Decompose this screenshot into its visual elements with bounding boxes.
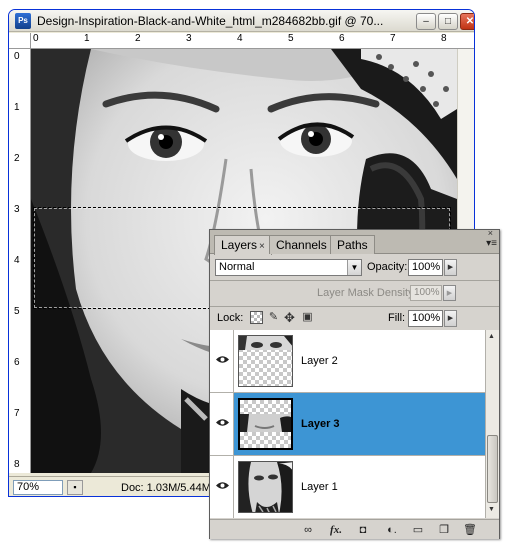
document-title: Design-Inspiration-Black-and-White_html_…: [37, 14, 384, 28]
layer-2-thumbnail-image: [239, 336, 292, 350]
document-size-info[interactable]: Doc: 1.03M/5.44M: [121, 482, 211, 494]
layer-row-layer-1[interactable]: Layer 1: [210, 456, 485, 518]
zoom-level-field[interactable]: 70%: [13, 480, 63, 495]
layer-list: Layer 2 Layer 3 Layer 1: [210, 330, 485, 518]
photoshop-app-icon[interactable]: Ps: [15, 13, 31, 29]
vertical-ruler[interactable]: 0 1 2 3 4 5 6 7 8: [9, 49, 31, 473]
ruler-label: 8: [441, 33, 447, 44]
tab-layers[interactable]: Layers ×: [214, 235, 272, 255]
trash-icon[interactable]: 🗑: [462, 523, 478, 537]
ruler-label: 5: [14, 306, 20, 317]
maximize-button[interactable]: □: [438, 13, 458, 30]
new-layer-icon[interactable]: ❐: [436, 523, 452, 537]
eye-icon: [216, 482, 229, 489]
ruler-label: 8: [14, 459, 20, 470]
panel-menu-icon[interactable]: ▾≡: [486, 238, 497, 249]
panel-tab-bar: Layers × Channels Paths × ▾≡: [210, 228, 499, 255]
layer-row-layer-2[interactable]: Layer 2: [210, 330, 485, 393]
mask-density-input: 100%: [410, 285, 442, 301]
lock-position-icon[interactable]: ✥: [283, 311, 296, 324]
panel-close-icon[interactable]: ×: [488, 228, 493, 238]
mask-density-label: Layer Mask Density: [317, 287, 414, 299]
fill-slider-arrow-icon[interactable]: ▶: [444, 310, 457, 327]
link-icon[interactable]: ∞: [298, 523, 318, 537]
ruler-label: 0: [14, 51, 20, 62]
lock-label: Lock:: [217, 312, 244, 324]
eye-icon: [216, 419, 229, 426]
ruler-label: 1: [14, 102, 20, 113]
tab-layers-label: Layers: [221, 238, 258, 252]
opacity-slider-arrow-icon[interactable]: ▶: [444, 259, 457, 276]
divider: [210, 280, 499, 281]
ruler-label: 1: [84, 33, 90, 44]
lock-image-pixels-icon[interactable]: ✎: [267, 311, 280, 324]
ruler-label: 2: [14, 153, 20, 164]
group-folder-icon[interactable]: ▭: [410, 523, 426, 537]
minimize-button[interactable]: –: [416, 13, 436, 30]
ruler-label: 3: [186, 33, 192, 44]
tab-paths[interactable]: Paths: [330, 235, 375, 254]
layers-scrollbar[interactable]: ▲ ▼: [485, 330, 499, 518]
ruler-label: 4: [237, 33, 243, 44]
tab-paths-label: Paths: [337, 238, 368, 252]
visibility-toggle[interactable]: [210, 330, 234, 392]
ruler-label: 2: [135, 33, 141, 44]
layer-1-thumbnail-image: [239, 462, 292, 512]
visibility-toggle[interactable]: [210, 456, 234, 518]
ruler-label: 4: [14, 255, 20, 266]
fill-label: Fill:: [388, 312, 406, 324]
scroll-up-icon[interactable]: ▲: [488, 333, 495, 340]
eye-icon: [216, 356, 229, 363]
tab-close-icon[interactable]: ×: [259, 241, 265, 252]
ruler-label: 6: [14, 357, 20, 368]
close-button[interactable]: ✕: [460, 13, 474, 30]
lock-transparent-pixels-icon[interactable]: [250, 311, 263, 324]
scrollbar-thumb[interactable]: [487, 435, 498, 503]
layer-mask-icon[interactable]: ◘: [355, 523, 371, 537]
title-bar[interactable]: Ps Design-Inspiration-Black-and-White_ht…: [9, 10, 474, 32]
mask-density-arrow-icon: ▶: [443, 285, 456, 301]
visibility-toggle[interactable]: [210, 393, 234, 455]
status-menu-icon[interactable]: ▪: [67, 480, 83, 495]
layers-panel: Layers × Channels Paths × ▾≡ Normal ▼ Opa…: [209, 228, 500, 539]
ruler-label: 3: [14, 204, 20, 215]
layer-thumbnail[interactable]: [238, 461, 293, 513]
layer-thumbnail[interactable]: [238, 398, 293, 450]
layer-3-thumbnail-image: [240, 414, 291, 432]
ruler-label: 0: [33, 33, 39, 44]
divider: [210, 306, 499, 307]
chevron-down-icon[interactable]: ▼: [347, 260, 361, 275]
ruler-label: 5: [288, 33, 294, 44]
tab-channels[interactable]: Channels: [269, 235, 334, 254]
ruler-origin-corner[interactable]: [9, 33, 31, 49]
ruler-label: 7: [390, 33, 396, 44]
tab-channels-label: Channels: [276, 238, 327, 252]
fill-input[interactable]: 100%: [408, 310, 443, 327]
layer-row-layer-3[interactable]: Layer 3: [210, 393, 485, 456]
fx-icon[interactable]: fx.: [326, 523, 346, 537]
scroll-down-icon[interactable]: ▼: [488, 506, 495, 513]
layer-name[interactable]: Layer 2: [301, 355, 338, 367]
blend-mode-value: Normal: [219, 261, 255, 273]
ruler-label: 7: [14, 408, 20, 419]
horizontal-ruler[interactable]: 0 1 2 3 4 5 6 7 8: [31, 33, 474, 49]
layer-name[interactable]: Layer 1: [301, 481, 338, 493]
ruler-label: 6: [339, 33, 345, 44]
adjustment-layer-icon[interactable]: ◐.: [382, 523, 402, 537]
panel-footer-toolbar: ∞ fx. ◘ ◐. ▭ ❐ 🗑: [210, 519, 499, 539]
opacity-label: Opacity:: [367, 261, 408, 273]
layer-thumbnail[interactable]: [238, 335, 293, 387]
blend-mode-select[interactable]: Normal ▼: [215, 259, 362, 276]
opacity-input[interactable]: 100%: [408, 259, 443, 276]
lock-all-icon[interactable]: ▣: [301, 311, 314, 324]
layer-name[interactable]: Layer 3: [301, 418, 340, 430]
